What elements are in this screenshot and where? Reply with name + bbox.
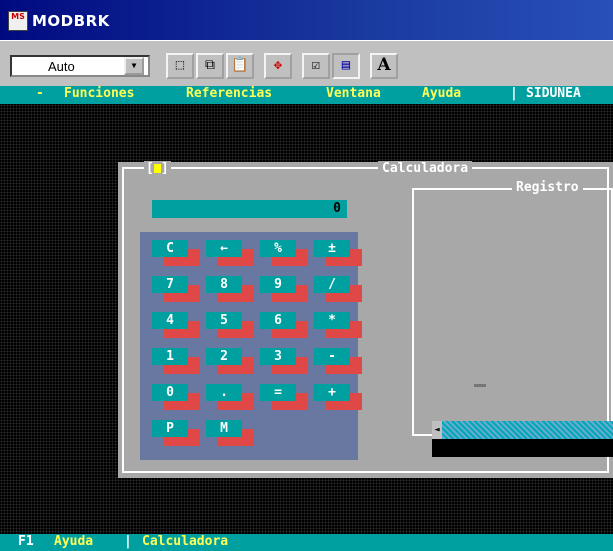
keypad: C ← % ± 7 8 9 / 4 5 6 * 1 2 3 - 0 . = + … — [140, 232, 362, 460]
key-backspace[interactable]: ← — [206, 240, 256, 266]
font-icon[interactable]: A — [370, 53, 398, 79]
status-bar: F1 Ayuda | Calculadora — [0, 534, 613, 551]
key-p[interactable]: P — [152, 420, 202, 446]
key-m[interactable]: M — [206, 420, 256, 446]
key-4[interactable]: 4 — [152, 312, 202, 338]
fullscreen-icon[interactable]: ✥ — [264, 53, 292, 79]
close-icon[interactable] — [153, 164, 161, 173]
system-menu[interactable]: - — [36, 86, 44, 104]
properties-icon[interactable]: ☑ — [302, 53, 330, 79]
key-percent[interactable]: % — [260, 240, 310, 266]
background-icon[interactable]: ▤ — [332, 53, 360, 79]
paste-icon[interactable]: 📋 — [226, 53, 254, 79]
menu-separator: | — [510, 86, 518, 101]
key-5[interactable]: 5 — [206, 312, 256, 338]
copy-icon[interactable]: ⧉ — [196, 53, 224, 79]
register-title: Registro — [512, 180, 583, 195]
key-1[interactable]: 1 — [152, 348, 202, 374]
register-entry — [474, 384, 486, 387]
status-context: Calculadora — [142, 534, 229, 549]
key-3[interactable]: 3 — [260, 348, 310, 374]
menu-referencias[interactable]: Referencias — [186, 86, 272, 104]
status-key-f1[interactable]: F1 — [18, 534, 34, 551]
key-decimal[interactable]: . — [206, 384, 256, 410]
key-0[interactable]: 0 — [152, 384, 202, 410]
close-button[interactable]: [] — [144, 161, 171, 176]
menu-ventana[interactable]: Ventana — [326, 86, 381, 104]
key-6[interactable]: 6 — [260, 312, 310, 338]
menu-ayuda[interactable]: Ayuda — [422, 86, 461, 104]
status-help[interactable]: Ayuda — [54, 534, 93, 551]
key-subtract[interactable]: - — [314, 348, 364, 374]
window-title: MODBRK — [32, 12, 110, 30]
calculator-display: 0 — [152, 200, 347, 218]
mark-icon[interactable]: ⬚ — [166, 53, 194, 79]
calculator-window: [] Calculadora 0 C ← % ± 7 8 9 / 4 5 6 *… — [118, 161, 613, 478]
key-7[interactable]: 7 — [152, 276, 202, 302]
key-add[interactable]: + — [314, 384, 364, 410]
menu-funciones[interactable]: Funciones — [64, 86, 134, 104]
menu-sidunea[interactable]: SIDUNEA — [526, 86, 581, 104]
register-panel — [412, 188, 613, 436]
status-separator: | — [124, 534, 132, 549]
key-multiply[interactable]: * — [314, 312, 364, 338]
menu-bar: - Funciones Referencias Ventana Ayuda | … — [0, 86, 613, 104]
register-input-line — [432, 439, 613, 457]
register-scrollbar[interactable] — [432, 421, 613, 439]
key-plus-minus[interactable]: ± — [314, 240, 364, 266]
key-clear[interactable]: C — [152, 240, 202, 266]
key-2[interactable]: 2 — [206, 348, 256, 374]
toolbar: Auto ▼ ⬚ ⧉ 📋 ✥ ☑ ▤ A — [0, 40, 613, 86]
key-divide[interactable]: / — [314, 276, 364, 302]
key-equals[interactable]: = — [260, 384, 310, 410]
app-icon[interactable]: MS — [8, 11, 28, 31]
key-9[interactable]: 9 — [260, 276, 310, 302]
scroll-left-icon[interactable]: ◄ — [432, 421, 442, 439]
key-8[interactable]: 8 — [206, 276, 256, 302]
chevron-down-icon[interactable]: ▼ — [124, 57, 144, 75]
window-title-calculadora: Calculadora — [378, 161, 473, 176]
title-bar[interactable]: MS MODBRK — [0, 0, 613, 40]
